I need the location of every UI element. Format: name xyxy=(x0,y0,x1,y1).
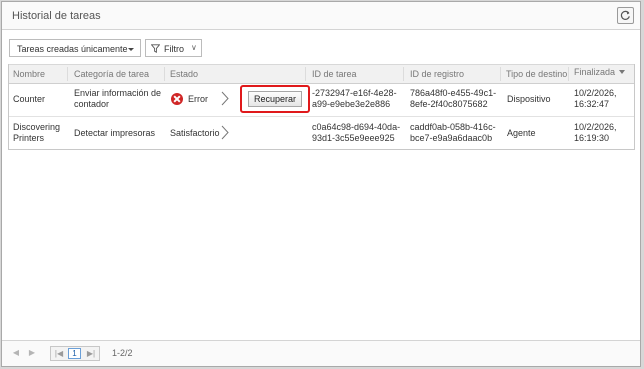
pagination-info: 1-2/2 xyxy=(112,348,133,358)
title-bar: Historial de tareas xyxy=(2,2,640,30)
funnel-icon xyxy=(151,44,160,53)
first-page-icon[interactable]: |◀ xyxy=(53,348,65,361)
cell-status: Error xyxy=(188,94,208,104)
caret-down-icon xyxy=(128,48,134,51)
sort-desc-icon xyxy=(619,70,626,74)
cell-task-id: c0a64c98-d694-40da- 93d1-3c55e9eee925 xyxy=(312,122,400,144)
cell-category-line: contador xyxy=(74,99,110,109)
pagination-bar: ◀ ▶ |◀ 1 ▶| 1-2/2 xyxy=(2,340,640,366)
cell-finished: 10/2/2026, 16:19:30 xyxy=(574,122,617,144)
cell-finished-time: 16:32:47 xyxy=(574,99,610,109)
cell-task-id-line: -2732947-e16f-4e28- xyxy=(312,88,397,98)
table-header: Nombre Categoría de tarea Estado ID de t… xyxy=(9,64,634,84)
col-header-status[interactable]: Estado xyxy=(170,69,198,79)
task-scope-dropdown[interactable]: Tareas creadas únicamente xyxy=(9,39,141,57)
cell-record-id: 786a48f0-e455-49c1- 8efe-2f40c8075682 xyxy=(410,88,496,110)
cell-task-id-line: a99-e9ebe3e2e886 xyxy=(312,99,391,109)
cell-category: Enviar información de contador xyxy=(74,88,161,110)
scroll-right-icon[interactable]: ▶ xyxy=(26,347,38,360)
page-navigator: |◀ 1 ▶| xyxy=(50,346,100,361)
task-table: Nombre Categoría de tarea Estado ID de t… xyxy=(8,64,635,150)
error-icon xyxy=(171,93,183,105)
window-title: Historial de tareas xyxy=(12,10,101,22)
cell-finished-date: 10/2/2026, xyxy=(574,122,617,132)
cell-task-id-line: c0a64c98-d694-40da- xyxy=(312,122,401,132)
scroll-left-icon[interactable]: ◀ xyxy=(10,347,22,360)
recover-highlight: Recuperar xyxy=(240,85,310,113)
chevron-down-icon: ∨ xyxy=(191,43,197,52)
cell-finished-date: 10/2/2026, xyxy=(574,88,617,98)
col-header-record-id[interactable]: ID de registro xyxy=(410,69,464,79)
column-divider xyxy=(500,67,501,81)
col-header-category[interactable]: Categoría de tarea xyxy=(74,69,149,79)
table-row[interactable]: Counter Enviar información de contador E… xyxy=(9,82,634,117)
cell-record-id-line: caddf0ab-058b-416c- xyxy=(410,122,496,132)
col-header-target-type[interactable]: Tipo de destino xyxy=(506,69,567,79)
cell-task-id-line: 93d1-3c55e9eee925 xyxy=(312,133,395,143)
col-header-name[interactable]: Nombre xyxy=(13,69,45,79)
table-row[interactable]: Discovering Printers Detectar impresoras… xyxy=(9,116,634,150)
current-page[interactable]: 1 xyxy=(68,348,81,359)
column-divider xyxy=(67,67,68,81)
col-header-task-id[interactable]: ID de tarea xyxy=(312,69,357,79)
cell-record-id: caddf0ab-058b-416c- bce7-e9a9a6daac0b xyxy=(410,122,496,144)
cell-name: Discovering Printers xyxy=(13,122,60,144)
column-divider xyxy=(164,67,165,81)
cell-finished: 10/2/2026, 16:32:47 xyxy=(574,88,617,110)
chevron-right-icon[interactable] xyxy=(221,125,229,140)
last-page-icon[interactable]: ▶| xyxy=(85,348,97,361)
cell-category-line: Enviar información de xyxy=(74,88,162,98)
cell-name-line: Printers xyxy=(13,133,45,143)
cell-record-id-line: 786a48f0-e455-49c1- xyxy=(410,88,497,98)
task-scope-value: Tareas creadas únicamente xyxy=(17,44,128,54)
col-header-finished[interactable]: Finalizada xyxy=(574,67,626,77)
filter-label: Filtro xyxy=(164,44,184,54)
cell-record-id-line: bce7-e9a9a6daac0b xyxy=(410,133,493,143)
cell-target-type: Dispositivo xyxy=(507,94,551,104)
cell-record-id-line: 8efe-2f40c8075682 xyxy=(410,99,488,109)
task-history-window: Historial de tareas Tareas creadas única… xyxy=(1,1,641,367)
recover-button[interactable]: Recuperar xyxy=(248,91,302,107)
refresh-button[interactable] xyxy=(617,7,634,24)
cell-target-type: Agente xyxy=(507,128,536,138)
col-header-finished-label: Finalizada xyxy=(574,67,616,77)
filter-button[interactable]: Filtro ∨ xyxy=(145,39,202,57)
chevron-right-icon[interactable] xyxy=(221,91,229,106)
cell-task-id: -2732947-e16f-4e28- a99-e9ebe3e2e886 xyxy=(312,88,397,110)
cell-status: Satisfactorio xyxy=(170,128,220,138)
column-divider xyxy=(568,67,569,81)
cell-category: Detectar impresoras xyxy=(74,128,156,138)
refresh-icon xyxy=(620,10,630,20)
cell-name: Counter xyxy=(13,94,46,104)
cell-finished-time: 16:19:30 xyxy=(574,133,610,143)
column-divider xyxy=(403,67,404,81)
column-divider xyxy=(305,67,306,81)
cell-name-line: Discovering xyxy=(13,122,61,132)
